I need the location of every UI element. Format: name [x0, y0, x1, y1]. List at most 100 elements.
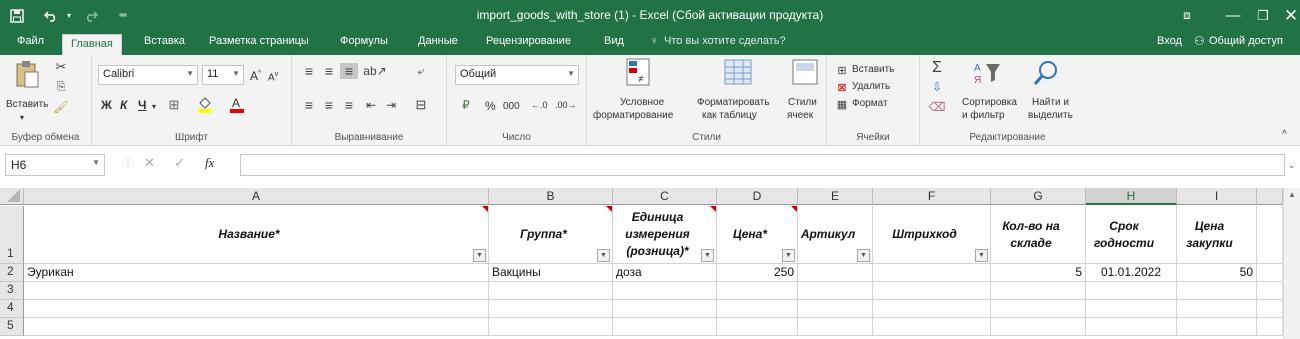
- column-header-i[interactable]: I: [1177, 188, 1257, 205]
- format-cells-button[interactable]: Формат: [852, 98, 888, 110]
- cell-a2[interactable]: Эурикан: [24, 264, 489, 282]
- column-header-a[interactable]: A: [24, 188, 489, 205]
- align-middle-icon[interactable]: ≡: [320, 63, 338, 79]
- decrease-decimal-icon[interactable]: .00→: [555, 99, 577, 111]
- cell-b2[interactable]: Вакцины: [489, 264, 613, 282]
- header-cell-expiry[interactable]: Срок годности: [1086, 206, 1177, 264]
- delete-cells-button[interactable]: Удалить: [852, 81, 890, 93]
- align-center-icon[interactable]: ≡: [320, 97, 338, 113]
- cell-h5[interactable]: [1086, 318, 1177, 336]
- cond-format-line2[interactable]: форматирование: [593, 110, 673, 122]
- cell-e2[interactable]: [798, 264, 873, 282]
- format-table-line2[interactable]: как таблицу: [702, 110, 757, 122]
- cell-f5[interactable]: [873, 318, 991, 336]
- delete-cells-icon[interactable]: ⊠: [835, 80, 849, 94]
- underline-button[interactable]: Ч: [138, 99, 146, 111]
- scroll-up-icon[interactable]: ▲: [1288, 190, 1296, 199]
- tell-me-box[interactable]: Что вы хотите сделать?: [664, 35, 786, 47]
- insert-function-button[interactable]: fx: [205, 156, 214, 169]
- filter-dropdown-icon[interactable]: ▼: [857, 249, 870, 262]
- cell-j2[interactable]: [1257, 264, 1283, 282]
- tab-review[interactable]: Рецензирование: [486, 35, 571, 47]
- conditional-formatting-icon[interactable]: ≠: [625, 57, 651, 87]
- sort-line2[interactable]: и фильтр: [962, 110, 1005, 122]
- cell-g2[interactable]: 5: [991, 264, 1086, 282]
- collapse-ribbon-icon[interactable]: ^: [1282, 129, 1287, 141]
- cell-h4[interactable]: [1086, 300, 1177, 318]
- cell-g3[interactable]: [991, 282, 1086, 300]
- clear-icon[interactable]: ⌫: [928, 99, 946, 115]
- cell-j4[interactable]: [1257, 300, 1283, 318]
- tell-me-icon[interactable]: ♀: [650, 35, 658, 47]
- number-format-select[interactable]: Общий ▼: [455, 65, 579, 85]
- row-header-2[interactable]: 2: [0, 264, 24, 282]
- filter-dropdown-icon[interactable]: ▼: [701, 249, 714, 262]
- find-select-icon[interactable]: [1032, 59, 1060, 87]
- format-cells-icon[interactable]: ▦: [835, 97, 849, 111]
- autosum-icon[interactable]: Σ: [928, 59, 946, 77]
- cancel-icon[interactable]: ✕: [144, 156, 155, 169]
- tab-home[interactable]: Главная: [62, 34, 122, 55]
- cell-j1[interactable]: [1257, 206, 1283, 264]
- cell-c2[interactable]: доза: [613, 264, 717, 282]
- comment-indicator-icon[interactable]: [482, 206, 488, 212]
- copy-icon[interactable]: ⎘: [52, 79, 70, 95]
- sign-in-link[interactable]: Вход: [1157, 35, 1182, 47]
- cell-i4[interactable]: [1177, 300, 1257, 318]
- tab-view[interactable]: Вид: [604, 35, 624, 47]
- chevron-down-icon[interactable]: ▼: [92, 158, 100, 167]
- fill-icon[interactable]: ⇩: [928, 79, 946, 95]
- align-top-icon[interactable]: ≡: [300, 63, 318, 79]
- cell-d5[interactable]: [717, 318, 798, 336]
- wrap-text-icon[interactable]: ⤶: [412, 63, 430, 79]
- format-painter-icon[interactable]: 🖌: [52, 99, 70, 115]
- cell-e5[interactable]: [798, 318, 873, 336]
- insert-cells-icon[interactable]: ⊞: [835, 63, 849, 77]
- cell-f3[interactable]: [873, 282, 991, 300]
- cell-g4[interactable]: [991, 300, 1086, 318]
- format-as-table-icon[interactable]: [723, 57, 753, 87]
- row-header-1[interactable]: 1: [0, 206, 24, 264]
- select-all-button[interactable]: [0, 188, 24, 205]
- header-cell-purchase-price[interactable]: Цена закупки: [1177, 206, 1257, 264]
- vertical-scrollbar[interactable]: ▲: [1283, 188, 1300, 339]
- close-button[interactable]: ✕: [1268, 0, 1300, 31]
- cell-e4[interactable]: [798, 300, 873, 318]
- cell-h2[interactable]: 01.01.2022: [1086, 264, 1177, 282]
- comment-indicator-icon[interactable]: [791, 206, 797, 212]
- borders-icon[interactable]: ⊞: [166, 97, 182, 113]
- cell-f4[interactable]: [873, 300, 991, 318]
- cell-f2[interactable]: [873, 264, 991, 282]
- header-cell-barcode[interactable]: Штрихкод: [873, 206, 991, 264]
- orientation-icon[interactable]: ab↗: [363, 63, 386, 79]
- merge-center-icon[interactable]: ⊟: [412, 97, 430, 113]
- column-header-b[interactable]: B: [489, 188, 613, 205]
- find-line1[interactable]: Найти и: [1032, 97, 1069, 109]
- cell-styles-icon[interactable]: [791, 57, 819, 87]
- header-cell-name[interactable]: Название*: [24, 206, 489, 264]
- insert-cells-button[interactable]: Вставить: [852, 64, 894, 76]
- find-line2[interactable]: выделить: [1028, 110, 1073, 122]
- decrease-indent-icon[interactable]: ⇤: [362, 97, 380, 113]
- italic-button[interactable]: К: [120, 99, 127, 111]
- worksheet-grid[interactable]: A B C D E F G H I 1 2 3 4 5 Название* Гр…: [0, 188, 1300, 339]
- filter-dropdown-icon[interactable]: ▼: [473, 249, 486, 262]
- cell-j3[interactable]: [1257, 282, 1283, 300]
- ribbon-display-icon[interactable]: ⧈: [1164, 0, 1210, 31]
- paste-icon[interactable]: [12, 59, 42, 89]
- font-size-select[interactable]: 11 ▼: [202, 65, 244, 85]
- column-header-next[interactable]: [1257, 188, 1283, 205]
- cell-styles-line2[interactable]: ячеек: [787, 110, 813, 122]
- grow-font-icon[interactable]: A^: [250, 68, 261, 82]
- enter-icon[interactable]: ✓: [174, 156, 185, 169]
- tab-data[interactable]: Данные: [418, 35, 458, 47]
- font-name-select[interactable]: Calibri ▼: [98, 65, 198, 85]
- cell-a5[interactable]: [24, 318, 489, 336]
- align-left-icon[interactable]: ≡: [300, 97, 318, 113]
- column-header-e[interactable]: E: [798, 188, 873, 205]
- format-table-line1[interactable]: Форматировать: [697, 97, 770, 109]
- cell-c5[interactable]: [613, 318, 717, 336]
- column-header-d[interactable]: D: [717, 188, 798, 205]
- column-header-c[interactable]: C: [613, 188, 717, 205]
- cell-i3[interactable]: [1177, 282, 1257, 300]
